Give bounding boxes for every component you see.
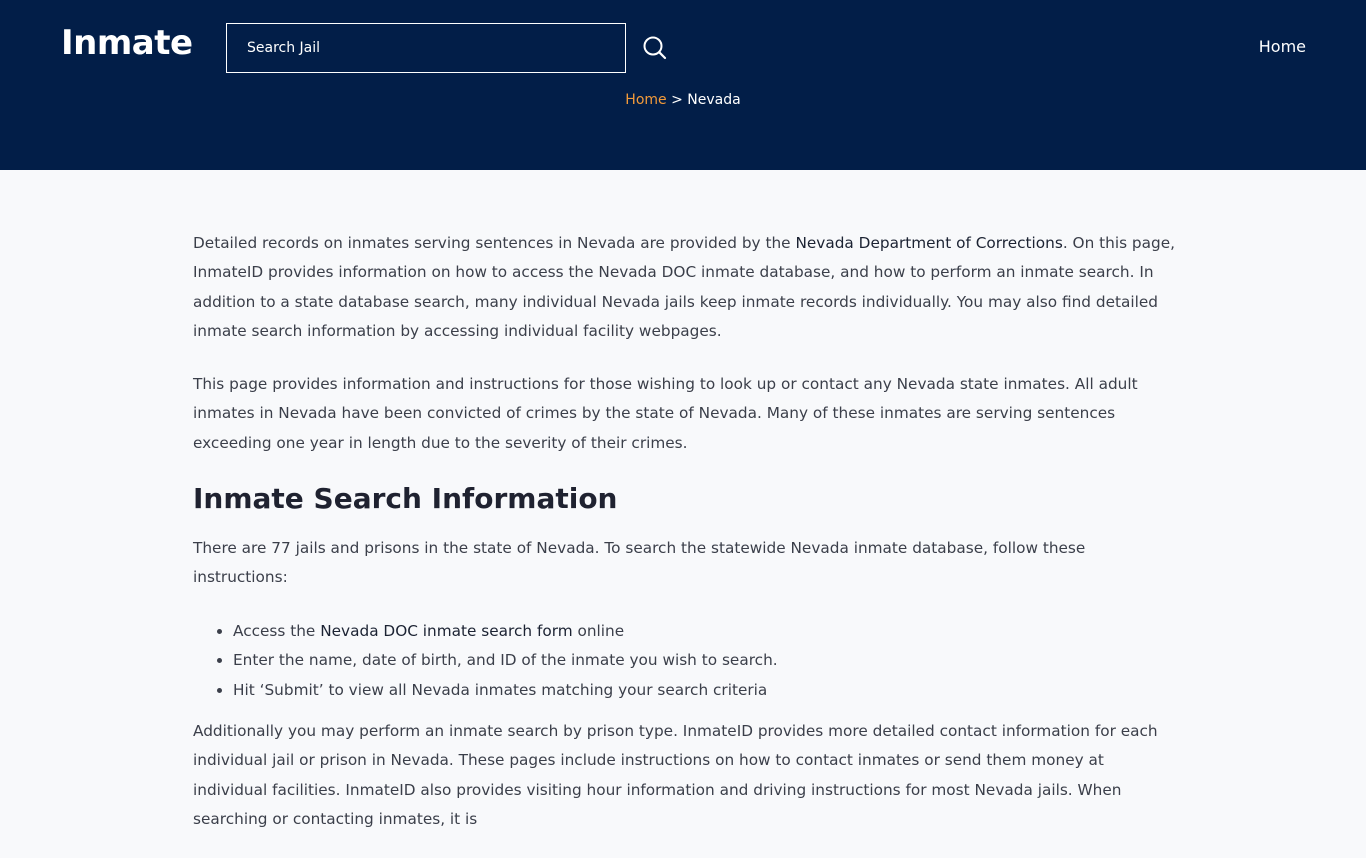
- search-intro-paragraph: There are 77 jails and prisons in the st…: [193, 539, 1086, 587]
- intro-text-start: Detailed records on inmates serving sent…: [193, 234, 796, 252]
- list-item-text: Access the: [233, 621, 321, 640]
- nav-home-link[interactable]: Home: [1259, 37, 1306, 56]
- instructions-list: Access the Nevada DOC inmate search form…: [193, 617, 1178, 706]
- search-icon: [643, 36, 667, 60]
- list-item: Enter the name, date of birth, and ID of…: [233, 646, 1178, 676]
- site-logo[interactable]: Inmate: [61, 23, 193, 63]
- info-paragraph: This page provides information and instr…: [193, 375, 1138, 452]
- search-input[interactable]: [227, 24, 625, 72]
- main-content: Detailed records on inmates serving sent…: [193, 229, 1178, 858]
- list-item: Access the Nevada DOC inmate search form…: [233, 617, 1178, 647]
- search-button[interactable]: [641, 34, 669, 62]
- breadcrumb-home-link[interactable]: Home: [625, 92, 666, 108]
- search-box: [226, 23, 626, 73]
- section-heading: Inmate Search Information: [193, 482, 618, 516]
- breadcrumb-separator: >: [666, 92, 688, 108]
- additional-paragraph: Additionally you may perform an inmate s…: [193, 722, 1158, 829]
- doc-search-form-link[interactable]: Nevada DOC inmate search form: [320, 622, 572, 640]
- list-item: Hit ‘Submit’ to view all Nevada inmates …: [233, 676, 1178, 706]
- intro-paragraph: Detailed records on inmates serving sent…: [193, 229, 1178, 346]
- breadcrumb: Home > Nevada: [0, 92, 1366, 108]
- site-header: Inmate Home Home > Nevada: [0, 0, 1366, 170]
- breadcrumb-current: Nevada: [687, 92, 741, 108]
- list-item-text: online: [572, 621, 625, 640]
- nevada-doc-link[interactable]: Nevada Department of Corrections: [795, 234, 1062, 252]
